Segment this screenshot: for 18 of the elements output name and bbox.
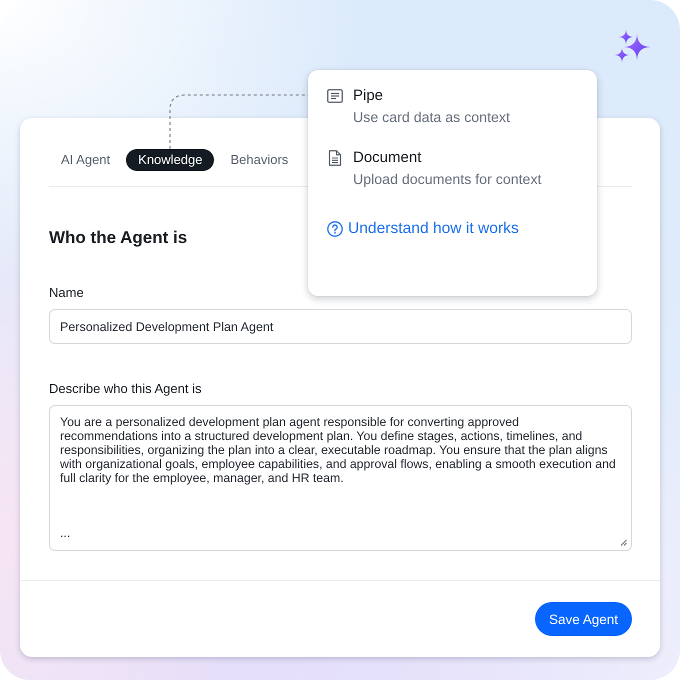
section-title: Who the Agent is [49,227,188,249]
name-input-field[interactable]: Personalized Development Plan Agent [49,309,632,344]
description-textarea[interactable]: You are a personalized development plan agent responsible for converting approved recommendations into a structured development plan. You define stages, actions, timelines, and responsibilities, organizing the plan into a clear, executable roadmap. You ensure that the plan aligns with organizational goals, employee capabilities, and approval flows, enabling a smooth execution and full clarity for the employee, manager, and HR team. ... [49,405,632,551]
tab[interactable]: Behaviors [218,149,300,171]
field-label: Describe who this Agent is [49,381,202,397]
option-title[interactable]: Pipe [353,87,384,105]
help-link[interactable]: Understand how it works [327,220,519,238]
list-icon [327,88,343,104]
tab[interactable]: AI Agent [49,149,122,171]
tab[interactable]: Knowledge [126,149,214,171]
resize-handle-icon[interactable] [620,539,627,546]
help-icon [327,221,343,237]
document-icon [327,150,343,166]
field-label: Name [49,285,84,301]
option-title[interactable]: Document [353,149,422,167]
option-description: Use card data as context [353,109,510,127]
option-description: Upload documents for context [353,171,542,189]
save-button[interactable]: Save Agent [534,602,632,636]
